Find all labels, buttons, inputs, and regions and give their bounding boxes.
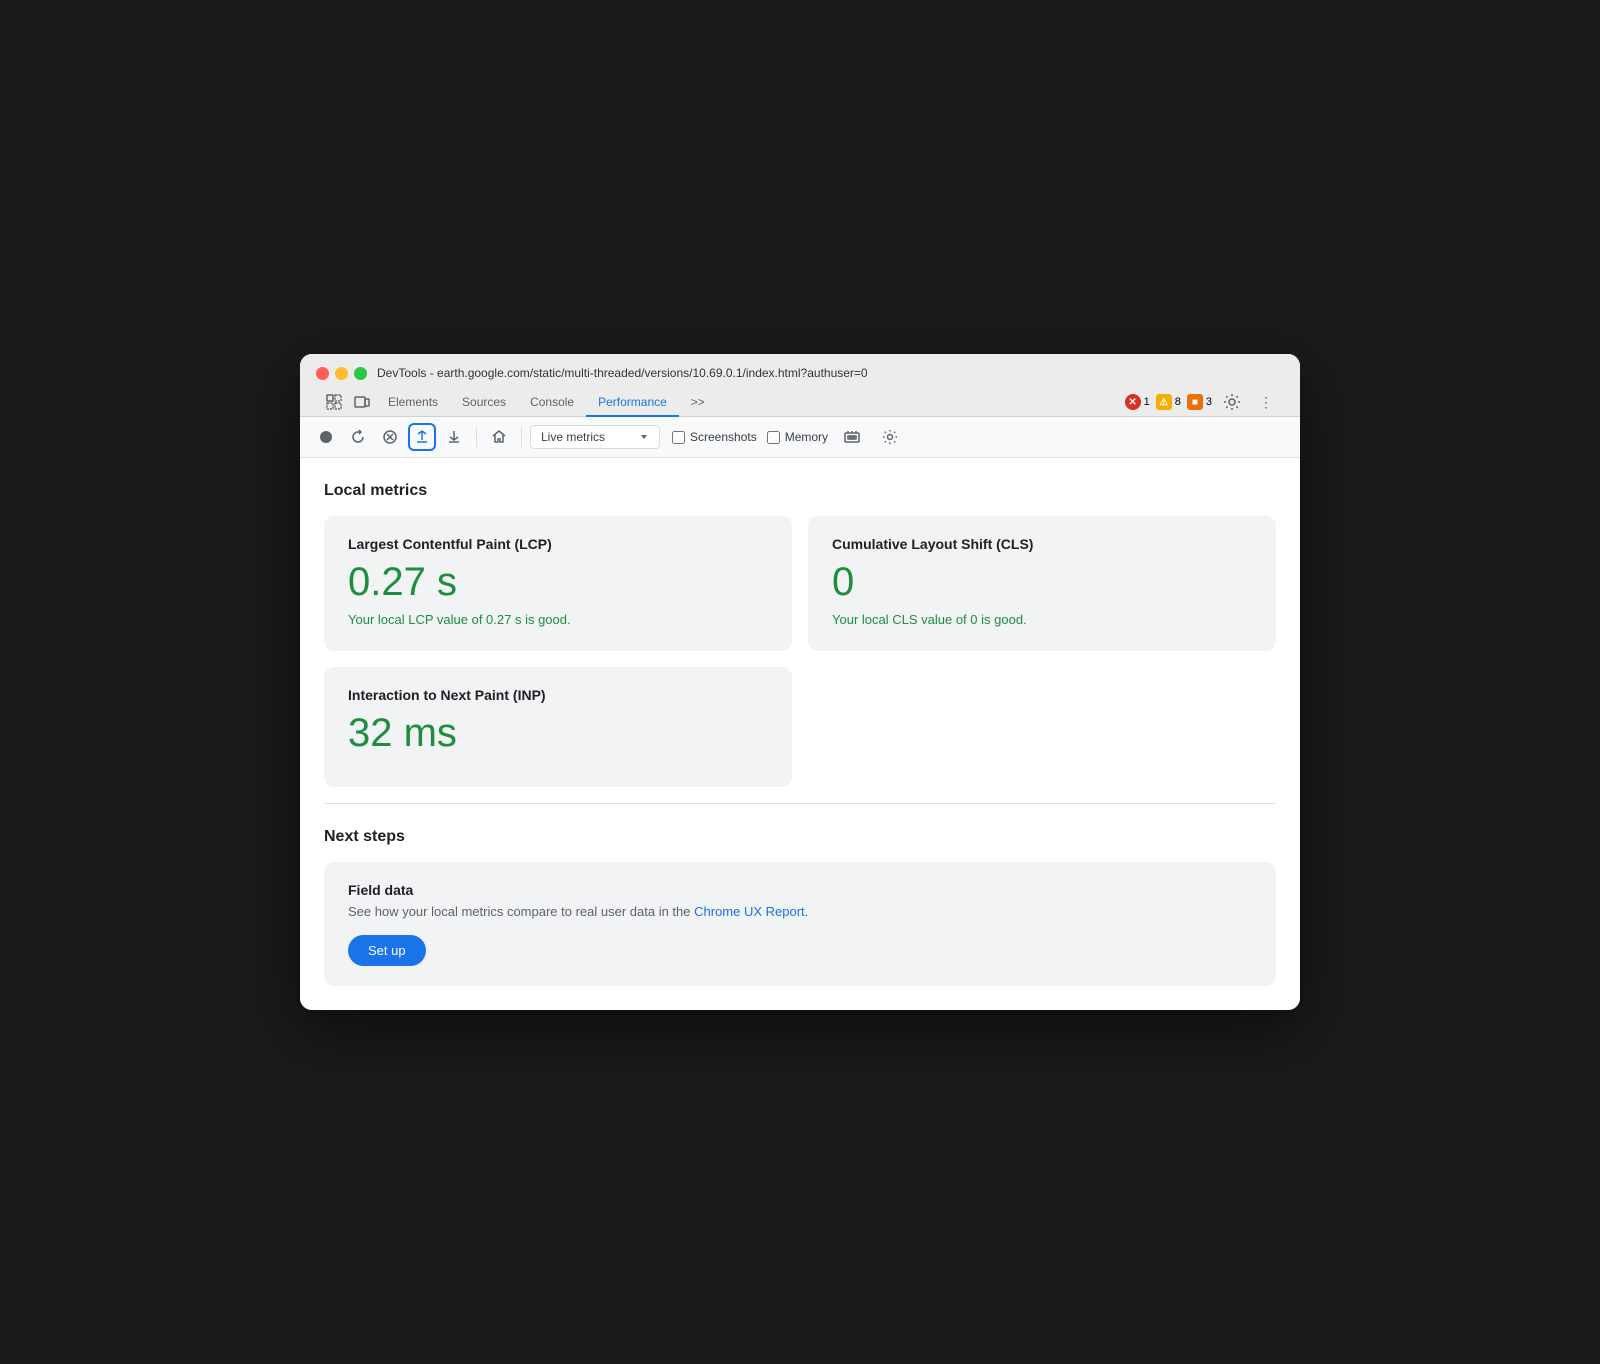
lcp-title: Largest Contentful Paint (LCP) xyxy=(348,536,768,552)
main-content: Local metrics Largest Contentful Paint (… xyxy=(300,458,1300,1010)
memory-label: Memory xyxy=(785,430,828,444)
info-count: 3 xyxy=(1206,396,1212,408)
toolbar-divider-2 xyxy=(521,427,522,447)
field-data-title: Field data xyxy=(348,882,1252,898)
tab-performance[interactable]: Performance xyxy=(586,389,679,417)
warning-icon: ⚠ xyxy=(1156,394,1172,410)
field-data-desc-prefix: See how your local metrics compare to re… xyxy=(348,904,694,919)
element-picker-icon[interactable] xyxy=(320,388,348,416)
screenshots-checkbox[interactable] xyxy=(672,431,685,444)
close-button[interactable] xyxy=(316,367,329,380)
screenshots-checkbox-item[interactable]: Screenshots xyxy=(672,430,757,444)
memory-checkbox-item[interactable]: Memory xyxy=(767,430,828,444)
toolbar-right: Screenshots Memory xyxy=(672,423,904,451)
memory-checkbox[interactable] xyxy=(767,431,780,444)
live-metrics-dropdown[interactable]: Live metrics xyxy=(530,425,660,449)
settings-gear-icon[interactable] xyxy=(1218,388,1246,416)
cls-value: 0 xyxy=(832,562,1252,602)
lcp-value: 0.27 s xyxy=(348,562,768,602)
device-toggle-icon[interactable] xyxy=(348,388,376,416)
inp-title: Interaction to Next Paint (INP) xyxy=(348,687,768,703)
cls-card: Cumulative Layout Shift (CLS) 0 Your loc… xyxy=(808,516,1276,651)
tab-sources[interactable]: Sources xyxy=(450,389,518,417)
toolbar-divider-1 xyxy=(476,427,477,447)
tab-more[interactable]: >> xyxy=(679,389,717,417)
lcp-card: Largest Contentful Paint (LCP) 0.27 s Yo… xyxy=(324,516,792,651)
tab-console[interactable]: Console xyxy=(518,389,586,417)
error-icon: ✕ xyxy=(1125,394,1141,410)
info-icon: ■ xyxy=(1187,394,1203,410)
toolbar: Live metrics Screenshots Memory xyxy=(300,417,1300,458)
record-button[interactable] xyxy=(312,423,340,451)
lcp-desc-suffix: is good. xyxy=(521,612,570,627)
lcp-description: Your local LCP value of 0.27 s is good. xyxy=(348,612,768,627)
cls-description: Your local CLS value of 0 is good. xyxy=(832,612,1252,627)
metrics-grid: Largest Contentful Paint (LCP) 0.27 s Yo… xyxy=(324,516,1276,787)
field-data-description: See how your local metrics compare to re… xyxy=(348,904,1252,919)
cls-desc-prefix: Your local CLS value of xyxy=(832,612,970,627)
info-badge: ■ 3 xyxy=(1187,394,1212,410)
url-bar: DevTools - earth.google.com/static/multi… xyxy=(377,366,1284,380)
screenshots-label: Screenshots xyxy=(690,430,757,444)
traffic-lights xyxy=(316,367,367,380)
warning-badge: ⚠ 8 xyxy=(1156,394,1181,410)
devtools-tabs-right: ✕ 1 ⚠ 8 ■ 3 ⋮ xyxy=(1125,388,1280,416)
minimize-button[interactable] xyxy=(335,367,348,380)
title-bar: DevTools - earth.google.com/static/multi… xyxy=(300,354,1300,417)
devtools-window: DevTools - earth.google.com/static/multi… xyxy=(300,354,1300,1010)
reload-button[interactable] xyxy=(344,423,372,451)
more-options-icon[interactable]: ⋮ xyxy=(1252,388,1280,416)
cls-desc-value: 0 xyxy=(970,612,977,627)
cls-desc-suffix: is good. xyxy=(978,612,1027,627)
lcp-desc-prefix: Your local LCP value of xyxy=(348,612,486,627)
next-steps-title: Next steps xyxy=(324,828,1276,846)
cpu-throttling-icon[interactable] xyxy=(838,423,866,451)
field-data-desc-suffix: . xyxy=(805,904,809,919)
download-button[interactable] xyxy=(440,423,468,451)
lcp-desc-value: 0.27 s xyxy=(486,612,521,627)
error-count: 1 xyxy=(1144,396,1150,408)
chrome-ux-report-link[interactable]: Chrome UX Report xyxy=(694,904,805,919)
upload-button[interactable] xyxy=(408,423,436,451)
home-button[interactable] xyxy=(485,423,513,451)
local-metrics-title: Local metrics xyxy=(324,482,1276,500)
devtools-tabs: Elements Sources Console Performance >> … xyxy=(316,388,1284,416)
warning-count: 8 xyxy=(1175,396,1181,408)
maximize-button[interactable] xyxy=(354,367,367,380)
clear-button[interactable] xyxy=(376,423,404,451)
next-steps-section: Next steps Field data See how your local… xyxy=(324,803,1276,986)
inp-card: Interaction to Next Paint (INP) 32 ms xyxy=(324,667,792,787)
setup-button[interactable]: Set up xyxy=(348,935,426,966)
tab-elements[interactable]: Elements xyxy=(376,389,450,417)
error-badge: ✕ 1 xyxy=(1125,394,1150,410)
performance-settings-icon[interactable] xyxy=(876,423,904,451)
live-metrics-label: Live metrics xyxy=(541,430,605,444)
cls-title: Cumulative Layout Shift (CLS) xyxy=(832,536,1252,552)
inp-value: 32 ms xyxy=(348,713,768,753)
field-data-card: Field data See how your local metrics co… xyxy=(324,862,1276,986)
